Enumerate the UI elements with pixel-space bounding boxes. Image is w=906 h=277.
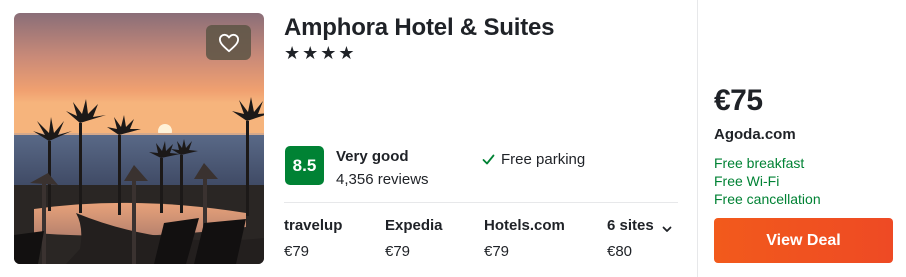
review-count-link[interactable]: 4,356 reviews	[336, 171, 429, 188]
hotel-name[interactable]: Amphora Hotel & Suites	[284, 14, 555, 42]
site-price: €80	[607, 243, 633, 260]
price-option-travelup[interactable]: travelup €79	[284, 217, 342, 260]
deal-provider: Agoda.com	[714, 126, 796, 143]
perk-free-cancellation: Free cancellation	[714, 191, 821, 207]
site-name: Hotels.com	[484, 217, 565, 234]
site-name: 6 sites	[607, 217, 654, 234]
check-icon	[482, 153, 495, 166]
favorite-button[interactable]	[206, 25, 251, 60]
divider	[284, 202, 678, 203]
site-name: travelup	[284, 217, 343, 234]
site-price: €79	[385, 243, 411, 260]
chevron-down-icon	[662, 221, 672, 232]
heart-icon	[218, 33, 240, 53]
site-price: €79	[484, 243, 510, 260]
divider	[697, 0, 698, 277]
rating-score-badge: 8.5	[285, 146, 324, 185]
site-name: Expedia	[385, 217, 443, 234]
view-deal-button[interactable]: View Deal	[714, 218, 893, 263]
hotel-result-card: Amphora Hotel & Suites ★★★★ 8.5 Very goo…	[0, 0, 906, 277]
deal-price: €75	[714, 84, 763, 117]
hotel-photo[interactable]	[14, 13, 264, 264]
price-option-expedia[interactable]: Expedia €79	[385, 217, 443, 260]
site-price: €79	[284, 243, 310, 260]
amenity-item: Free parking	[482, 151, 585, 168]
more-sites-dropdown[interactable]: 6 sites €80	[607, 217, 672, 260]
perk-free-wifi: Free Wi-Fi	[714, 173, 780, 189]
perk-free-breakfast: Free breakfast	[714, 155, 805, 171]
price-option-hotels-com[interactable]: Hotels.com €79	[484, 217, 565, 260]
star-rating: ★★★★	[284, 43, 357, 63]
rating-label: Very good	[336, 148, 409, 165]
amenity-label: Free parking	[501, 151, 586, 168]
